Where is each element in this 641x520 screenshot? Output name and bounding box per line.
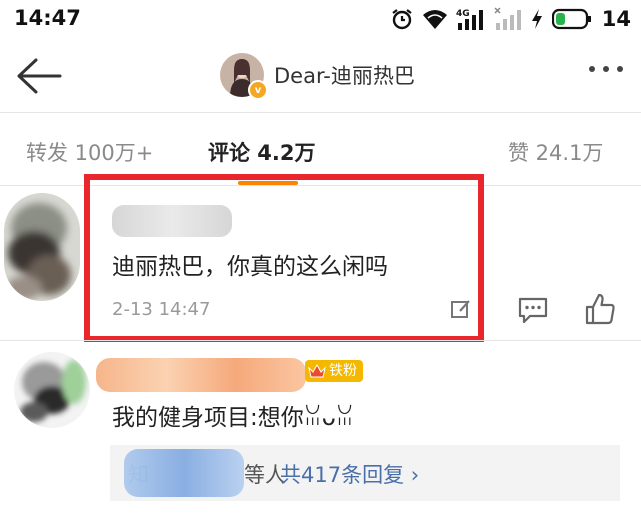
comment-text: 我的健身项目:想你ꈍᴗꈍ (112, 405, 354, 431)
more-dot-icon (603, 66, 609, 72)
tab-reposts[interactable]: 转发 100万+ (26, 137, 153, 167)
back-button[interactable] (14, 56, 64, 96)
divider (0, 112, 641, 113)
more-dot-icon (617, 66, 623, 72)
verified-badge: v (248, 80, 268, 100)
battery-level: 14 (601, 7, 631, 31)
nav-profile[interactable]: v Dear-迪丽热巴 (220, 52, 415, 100)
comment-avatar[interactable] (4, 193, 80, 301)
tab-likes[interactable]: 赞 24.1万 (508, 137, 603, 167)
alarm-icon (390, 7, 414, 31)
like-thumb-icon[interactable] (584, 292, 616, 330)
tab-bar: 转发 100万+ 评论 4.2万 赞 24.1万 (0, 125, 641, 181)
comment-reply-icon[interactable] (518, 296, 548, 328)
reply-username-redacted (124, 449, 244, 497)
status-icons: 4G 14 (390, 6, 631, 32)
tab-comments[interactable]: 评论 4.2万 (208, 137, 316, 167)
nav-title: Dear-迪丽热巴 (274, 64, 415, 88)
replies-preview[interactable]: 知 等人 共417条回复 › (110, 445, 620, 501)
nav-bar: v Dear-迪丽热巴 (0, 40, 641, 110)
divider (0, 340, 641, 341)
signal-icon (494, 7, 522, 31)
fan-badge: 铁粉 (305, 360, 363, 382)
wifi-icon (422, 8, 448, 30)
svg-text:4G: 4G (456, 9, 470, 19)
more-dot-icon (589, 66, 595, 72)
fan-badge-label: 铁粉 (329, 363, 357, 379)
battery-icon (551, 8, 592, 30)
status-bar: 14:47 4G 14 (0, 0, 641, 40)
avatar[interactable]: v (220, 53, 268, 100)
back-arrow-icon (17, 58, 62, 94)
charging-icon (530, 8, 544, 30)
username-redacted (96, 358, 306, 392)
comment-avatar[interactable] (14, 352, 90, 428)
more-options-button[interactable] (589, 66, 623, 72)
status-time: 14:47 (14, 6, 81, 30)
signal-4g-icon: 4G (456, 7, 486, 31)
crown-icon (308, 362, 326, 387)
reply-count-link[interactable]: 共417条回复 › (280, 459, 419, 489)
highlight-annotation (84, 174, 484, 342)
